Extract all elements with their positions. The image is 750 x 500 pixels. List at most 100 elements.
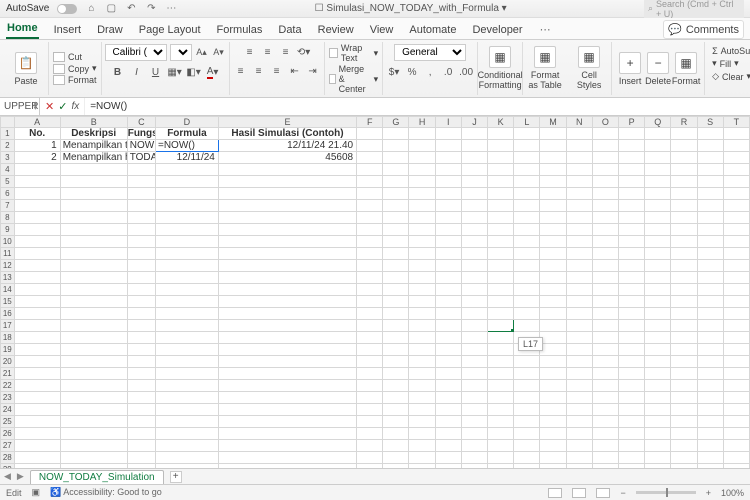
view-page-layout-icon[interactable] bbox=[572, 488, 586, 498]
cell[interactable]: 2 bbox=[14, 152, 60, 164]
cell[interactable] bbox=[514, 260, 540, 272]
cell[interactable] bbox=[409, 296, 435, 308]
row-header[interactable]: 24 bbox=[1, 404, 15, 416]
cell[interactable] bbox=[409, 224, 435, 236]
cell[interactable] bbox=[488, 344, 514, 356]
cell[interactable] bbox=[488, 380, 514, 392]
cell[interactable] bbox=[697, 140, 723, 152]
cell[interactable] bbox=[618, 164, 644, 176]
cell[interactable] bbox=[618, 368, 644, 380]
cell[interactable] bbox=[671, 368, 697, 380]
cell[interactable] bbox=[723, 260, 749, 272]
cell[interactable] bbox=[488, 176, 514, 188]
cell[interactable] bbox=[218, 416, 356, 428]
row-header[interactable]: 4 bbox=[1, 164, 15, 176]
cell[interactable] bbox=[723, 176, 749, 188]
cell[interactable] bbox=[14, 212, 60, 224]
cell[interactable] bbox=[592, 152, 618, 164]
cell[interactable] bbox=[156, 416, 219, 428]
cell[interactable] bbox=[357, 344, 383, 356]
cell[interactable] bbox=[723, 404, 749, 416]
cell[interactable] bbox=[514, 368, 540, 380]
cell[interactable] bbox=[723, 428, 749, 440]
cell[interactable] bbox=[488, 368, 514, 380]
cell[interactable] bbox=[592, 176, 618, 188]
dec-decimal-icon[interactable]: .00 bbox=[458, 64, 474, 80]
cell[interactable] bbox=[461, 272, 487, 284]
cell[interactable] bbox=[60, 296, 127, 308]
cell[interactable] bbox=[618, 152, 644, 164]
cell[interactable] bbox=[409, 356, 435, 368]
row-header[interactable]: 9 bbox=[1, 224, 15, 236]
cell[interactable] bbox=[566, 344, 592, 356]
cell[interactable] bbox=[14, 344, 60, 356]
cell[interactable] bbox=[461, 200, 487, 212]
cell[interactable] bbox=[618, 188, 644, 200]
cell[interactable] bbox=[645, 176, 671, 188]
cell[interactable] bbox=[435, 296, 461, 308]
sheet-tab[interactable]: NOW_TODAY_Simulation bbox=[30, 470, 164, 484]
cell[interactable] bbox=[592, 428, 618, 440]
cell[interactable] bbox=[566, 356, 592, 368]
cell[interactable] bbox=[592, 284, 618, 296]
row-header[interactable]: 6 bbox=[1, 188, 15, 200]
cell[interactable] bbox=[671, 356, 697, 368]
cell[interactable] bbox=[697, 164, 723, 176]
cell[interactable] bbox=[514, 212, 540, 224]
cell[interactable] bbox=[127, 164, 155, 176]
cell[interactable] bbox=[218, 272, 356, 284]
sheet-next-icon[interactable]: ▶ bbox=[17, 471, 24, 482]
cell[interactable] bbox=[409, 404, 435, 416]
indent-dec-icon[interactable]: ⇤ bbox=[287, 63, 303, 79]
cell[interactable] bbox=[127, 200, 155, 212]
cell[interactable] bbox=[156, 248, 219, 260]
cell[interactable] bbox=[540, 128, 566, 140]
cell[interactable] bbox=[14, 248, 60, 260]
cell[interactable] bbox=[383, 272, 409, 284]
cell[interactable] bbox=[127, 356, 155, 368]
decrease-font-icon[interactable]: A▾ bbox=[212, 46, 226, 60]
tab-developer[interactable]: Developer bbox=[471, 21, 523, 39]
underline-button[interactable]: U bbox=[148, 64, 164, 80]
cell[interactable] bbox=[697, 152, 723, 164]
cell[interactable] bbox=[723, 212, 749, 224]
grid-row[interactable]: 20 bbox=[1, 356, 750, 368]
grid-row[interactable]: 32Menampilkan hanyTODAY12/11/2445608 bbox=[1, 152, 750, 164]
grid-row[interactable]: 7 bbox=[1, 200, 750, 212]
cell[interactable] bbox=[514, 188, 540, 200]
cell[interactable] bbox=[697, 344, 723, 356]
cell[interactable] bbox=[383, 164, 409, 176]
cell[interactable] bbox=[60, 260, 127, 272]
cell[interactable] bbox=[618, 320, 644, 332]
home-icon[interactable]: ⌂ bbox=[85, 3, 97, 15]
cell[interactable] bbox=[383, 356, 409, 368]
cell[interactable] bbox=[697, 176, 723, 188]
cell[interactable] bbox=[592, 164, 618, 176]
border-button[interactable]: ▦▾ bbox=[167, 64, 183, 80]
cell[interactable] bbox=[645, 284, 671, 296]
cell[interactable] bbox=[723, 464, 749, 469]
cell[interactable] bbox=[697, 188, 723, 200]
cell[interactable] bbox=[156, 272, 219, 284]
cell[interactable] bbox=[156, 224, 219, 236]
cell[interactable] bbox=[357, 440, 383, 452]
cell[interactable] bbox=[592, 296, 618, 308]
cell[interactable] bbox=[409, 188, 435, 200]
grid-row[interactable]: 28 bbox=[1, 452, 750, 464]
cell[interactable]: 1 bbox=[14, 140, 60, 152]
cell[interactable] bbox=[671, 212, 697, 224]
cell[interactable] bbox=[514, 296, 540, 308]
cell[interactable] bbox=[383, 224, 409, 236]
cell[interactable] bbox=[645, 212, 671, 224]
cell[interactable] bbox=[514, 128, 540, 140]
cell[interactable] bbox=[723, 380, 749, 392]
record-macro-icon[interactable]: ▣ bbox=[32, 487, 41, 498]
cell[interactable] bbox=[14, 164, 60, 176]
cell[interactable] bbox=[435, 320, 461, 332]
cell[interactable] bbox=[697, 236, 723, 248]
cell[interactable] bbox=[566, 188, 592, 200]
cell[interactable]: No. bbox=[14, 128, 60, 140]
cell[interactable] bbox=[671, 236, 697, 248]
cell[interactable] bbox=[645, 272, 671, 284]
cell[interactable] bbox=[645, 404, 671, 416]
